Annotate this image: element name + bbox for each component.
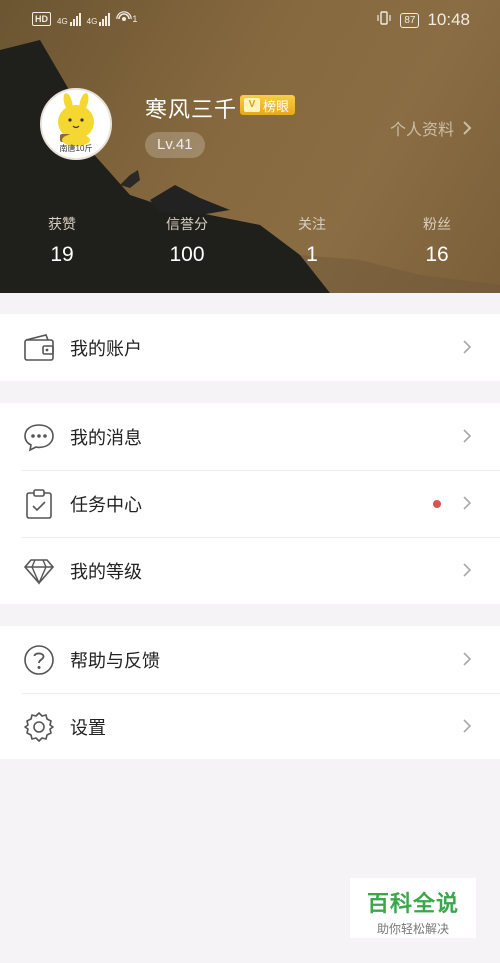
menu-group-support: 帮助与反馈 设置 — [0, 626, 500, 759]
menu-item-label: 我的消息 — [70, 427, 142, 448]
clock: 10:48 — [427, 10, 470, 29]
menu-item-label: 我的等级 — [70, 561, 142, 582]
stat-followers[interactable]: 粉丝 16 — [392, 214, 482, 267]
username: 寒风三千 — [145, 97, 238, 122]
wallet-icon — [24, 334, 54, 361]
stats-row: 获赞 19 信誉分 100 关注 1 粉丝 16 — [0, 214, 500, 274]
chevron-right-icon — [463, 563, 472, 577]
stat-value: 1 — [306, 243, 318, 266]
menu-item-tasks[interactable]: 任务中心 — [0, 470, 500, 537]
menu-item-settings[interactable]: 设置 — [0, 693, 500, 760]
avatar-caption: 南唐10斤 — [59, 144, 93, 153]
menu-item-messages[interactable]: 我的消息 — [0, 403, 500, 470]
stat-value: 100 — [169, 243, 205, 266]
chevron-right-icon — [463, 719, 472, 733]
profile-link[interactable]: 个人资料 — [390, 116, 472, 140]
hotspot-icon — [116, 9, 133, 29]
stat-label: 获赞 — [48, 216, 76, 232]
signal-icon: 4G — [57, 12, 81, 26]
vibrate-icon — [376, 10, 392, 30]
watermark: 百科全说 助你轻松解决 — [350, 878, 476, 938]
profile-link-label: 个人资料 — [389, 122, 454, 139]
menu-item-help[interactable]: 帮助与反馈 — [0, 626, 500, 693]
gear-icon — [24, 712, 54, 742]
notification-dot — [433, 500, 441, 508]
stat-label: 信誉分 — [166, 216, 208, 232]
signal-icon-2: 4G — [87, 12, 111, 26]
menu-item-label: 帮助与反馈 — [70, 650, 160, 671]
chevron-right-icon — [463, 496, 472, 510]
stat-credit[interactable]: 信誉分 100 — [142, 214, 232, 267]
status-bar: HD 4G 4G 1 87 10:48 — [0, 0, 500, 40]
stat-likes[interactable]: 获赞 19 — [17, 214, 107, 267]
rank-badge[interactable]: V 榜眼 — [240, 95, 296, 115]
hd-indicator: HD — [32, 12, 51, 26]
clipboard-check-icon — [26, 489, 52, 519]
menu-item-account[interactable]: 我的账户 — [0, 314, 500, 381]
menu-item-level[interactable]: 我的等级 — [0, 537, 500, 604]
watermark-title: 百科全说 — [366, 891, 459, 916]
question-circle-icon — [24, 645, 54, 675]
stat-label: 关注 — [298, 216, 326, 232]
avatar[interactable]: 南唐10斤 — [40, 88, 112, 160]
stat-label: 粉丝 — [423, 216, 451, 232]
stat-value: 19 — [50, 243, 74, 266]
rank-badge-icon: V — [244, 98, 260, 112]
chevron-right-icon — [463, 121, 472, 135]
notification-count: 1 — [132, 14, 138, 24]
menu-item-label: 任务中心 — [70, 494, 142, 515]
level-pill[interactable]: Lv.41 — [145, 132, 205, 158]
menu-item-label: 设置 — [70, 717, 106, 738]
menu-group-main: 我的消息 任务中心 我的等级 — [0, 403, 500, 604]
menu-item-label: 我的账户 — [70, 338, 142, 359]
stat-value: 16 — [425, 243, 449, 266]
chat-bubble-icon — [24, 424, 54, 452]
watermark-subtitle: 助你轻松解决 — [376, 922, 449, 936]
battery-indicator: 87 — [400, 12, 420, 28]
chevron-right-icon — [463, 340, 472, 354]
stat-following[interactable]: 关注 1 — [267, 214, 357, 267]
chevron-right-icon — [463, 652, 472, 666]
profile-header: HD 4G 4G 1 87 10:48 南唐10斤 寒风三千 V 榜眼 Lv.4… — [0, 0, 500, 293]
chevron-right-icon — [463, 429, 472, 443]
rank-badge-label: 榜眼 — [263, 98, 290, 114]
diamond-icon — [23, 559, 55, 585]
menu-group-account: 我的账户 — [0, 314, 500, 381]
